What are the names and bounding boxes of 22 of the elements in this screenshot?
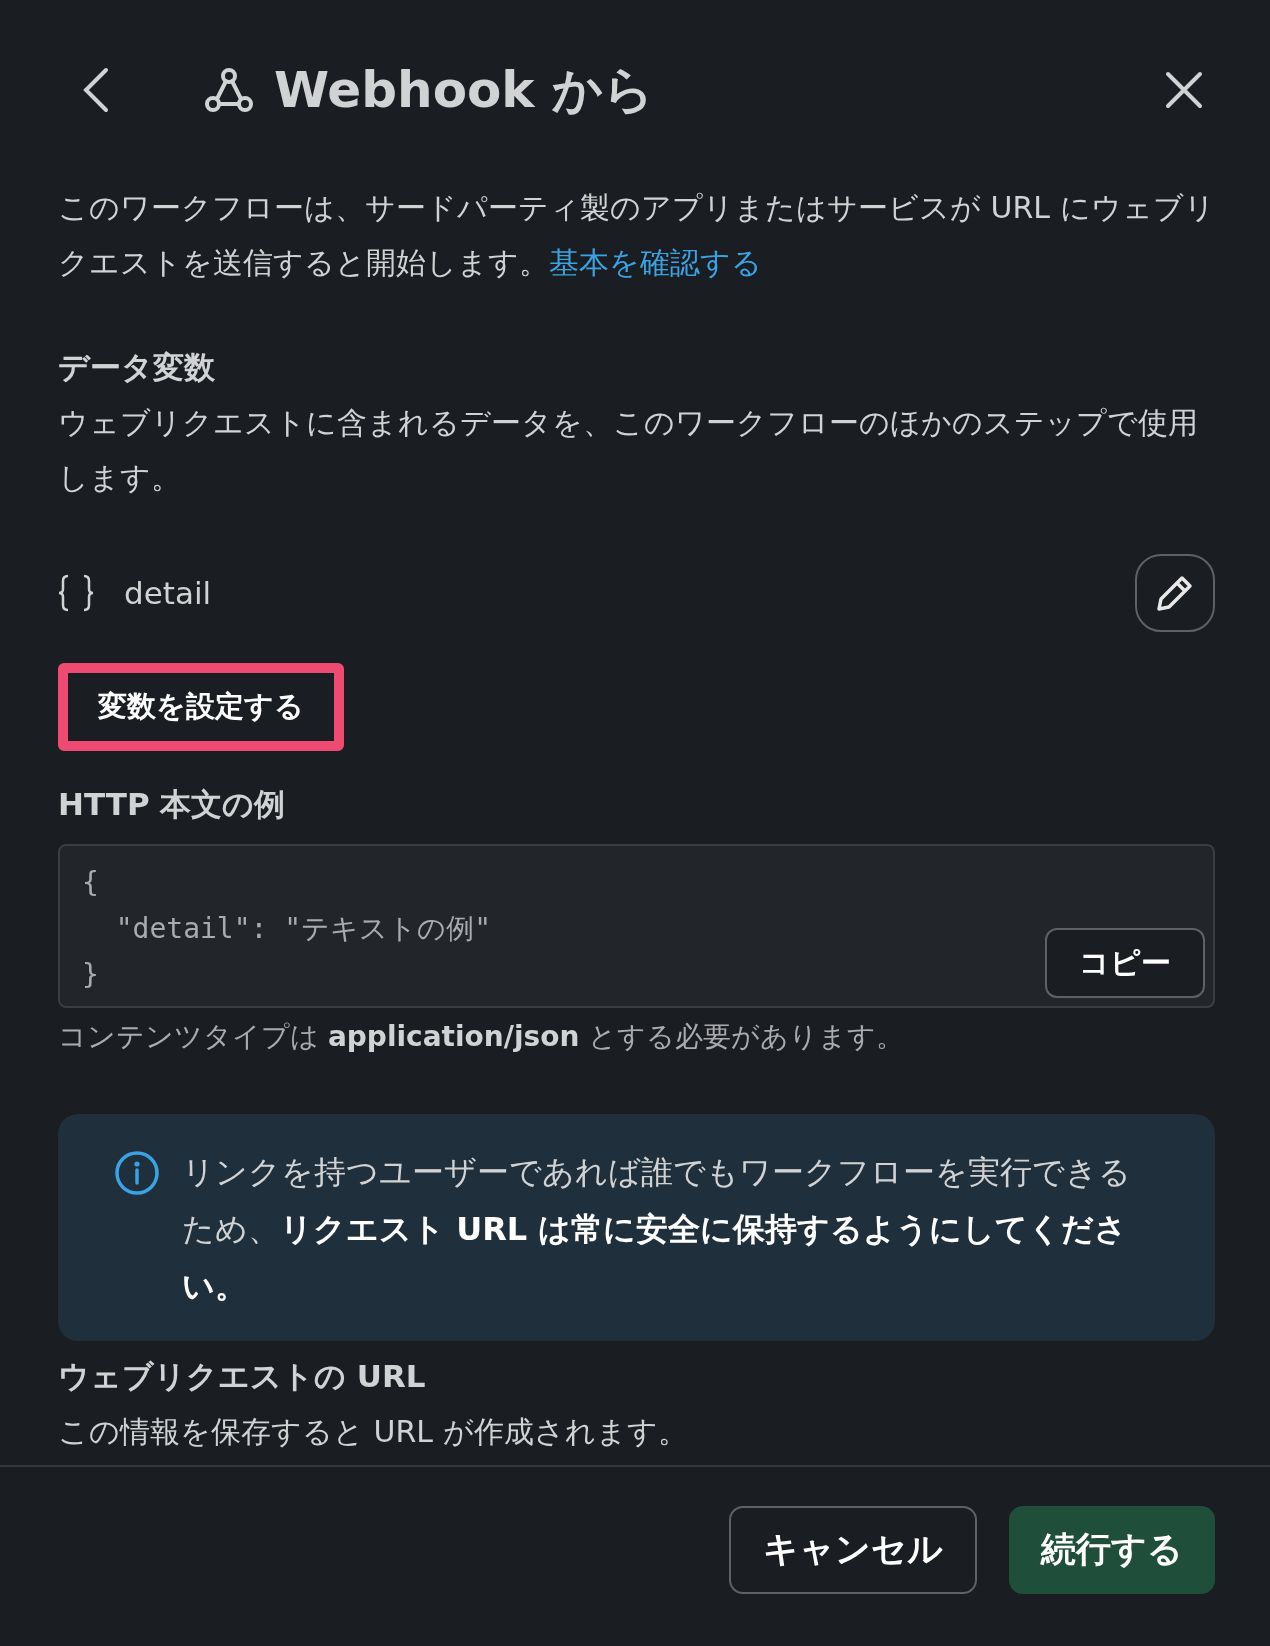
- section-description: この情報を保存すると URL が作成されます。: [58, 1413, 689, 1451]
- code-text: { "detail": "テキストの例" }: [82, 865, 492, 993]
- variable-name: detail: [124, 575, 213, 611]
- cancel-button[interactable]: キャンセル: [729, 1505, 977, 1594]
- section-description: ウェブリクエストに含まれるデータを、このワークフローのほかのステップで使用します。: [58, 404, 1199, 497]
- set-variables-button[interactable]: 変数を設定する: [58, 663, 344, 751]
- edit-button[interactable]: [1135, 554, 1215, 632]
- braces-icon: [58, 573, 94, 613]
- section-title: ウェブリクエストの URL: [58, 1357, 427, 1396]
- webhook-icon: [204, 66, 254, 114]
- close-icon: [1164, 70, 1204, 110]
- dialog-title: Webhook から: [274, 59, 656, 121]
- learn-link[interactable]: 基本を確認する: [549, 245, 762, 280]
- info-icon: [114, 1150, 160, 1196]
- content-type-note: コンテンツタイプは application/json とする必要があります。: [58, 1020, 905, 1053]
- continue-button[interactable]: 続行する: [1009, 1505, 1215, 1594]
- section-title: HTTP 本文の例: [58, 785, 287, 824]
- info-text: リンクを持つユーザーであれば誰でもワークフローを実行できるため、リクエスト URL は常に安全に保持するようにしてください。: [182, 1153, 1131, 1305]
- section-title: データ変数: [58, 348, 216, 387]
- pencil-icon: [1155, 573, 1195, 613]
- intro-text: このワークフローは、サードパーティ製のアプリまたはサービスが URL にウェブリクエストを送信すると開始します。基本を確認する: [58, 189, 1215, 282]
- copy-button[interactable]: コピー: [1045, 928, 1205, 998]
